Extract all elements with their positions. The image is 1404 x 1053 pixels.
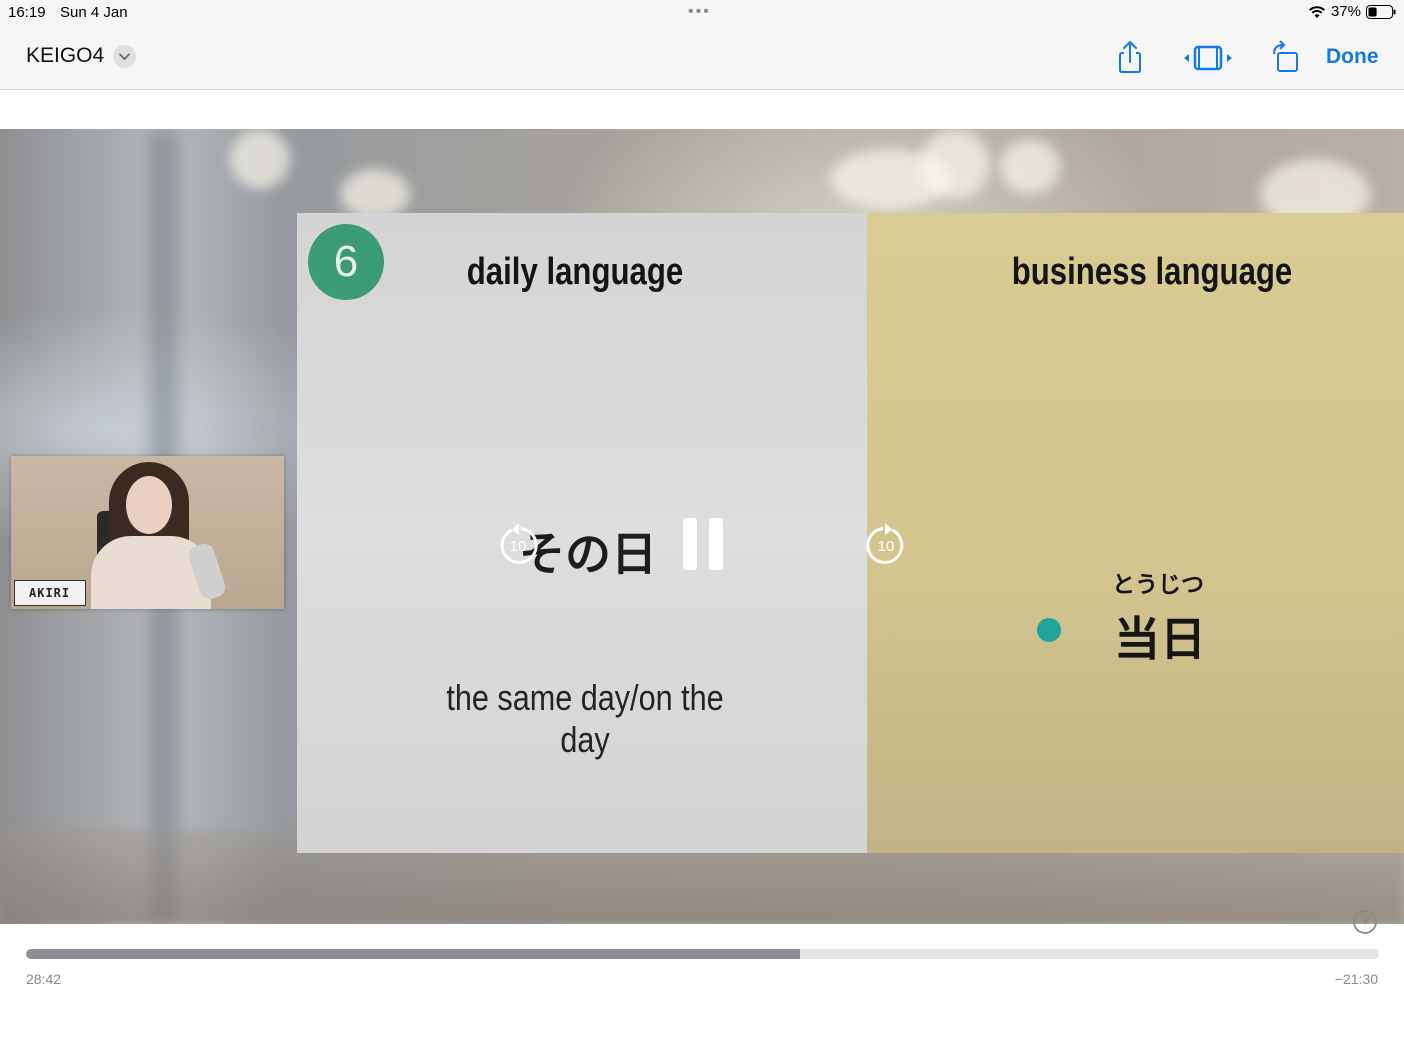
skip-forward-10-icon: 10 — [866, 523, 904, 564]
battery-icon — [1366, 4, 1396, 19]
status-bar: 16:19 Sun 4 Jan ••• 37% — [0, 0, 1404, 26]
done-button[interactable]: Done — [1326, 45, 1379, 69]
share-button[interactable] — [1110, 38, 1150, 78]
progress-scrubber[interactable] — [26, 949, 1379, 959]
skip-back-label: 10 — [510, 538, 527, 555]
bokeh-light — [1000, 139, 1060, 194]
multitask-dots-icon[interactable]: ••• — [688, 3, 711, 21]
bokeh-light — [340, 169, 410, 219]
skip-back-10-icon: 10 — [500, 523, 538, 564]
wifi-icon — [1308, 5, 1325, 18]
daily-translation: the same day/on the day — [446, 677, 724, 760]
status-right: 37% — [1308, 3, 1396, 20]
video-player[interactable]: 6 daily language その日 the same day/on the… — [0, 129, 1404, 924]
daily-language-heading: daily language — [466, 251, 684, 293]
battery-percent: 37% — [1330, 3, 1361, 20]
remaining-time: −21:30 — [1334, 971, 1378, 987]
bokeh-light — [920, 129, 990, 199]
bokeh-light — [230, 129, 290, 189]
presenter-name-tag: AKIRI — [14, 580, 86, 606]
skip-forward-button[interactable]: 10 — [865, 521, 907, 567]
rotate-button[interactable] — [1266, 38, 1306, 78]
video-frame-button[interactable] — [1182, 38, 1234, 78]
pause-icon — [683, 518, 723, 570]
slide-business-panel: business language とうじつ 当日 — [867, 213, 1404, 853]
chevron-down-icon[interactable] — [113, 45, 136, 68]
skip-back-button[interactable]: 10 — [497, 521, 539, 567]
business-term-reading: とうじつ — [1112, 571, 1204, 597]
business-term: 当日 — [1114, 613, 1206, 665]
bullet-dot — [1037, 618, 1061, 642]
video-frame-icon — [1184, 45, 1232, 71]
document-title: KEIGO4 — [26, 44, 105, 67]
business-language-heading: business language — [1011, 251, 1293, 293]
status-time: 16:19 — [8, 4, 46, 21]
skip-forward-label: 10 — [878, 538, 895, 555]
daily-term: その日 — [519, 528, 657, 580]
share-icon — [1119, 40, 1141, 73]
slide-daily-panel: 6 daily language その日 the same day/on the… — [297, 213, 867, 853]
status-date: Sun 4 Jan — [60, 4, 128, 21]
pause-button[interactable] — [682, 518, 724, 570]
presenter-face — [126, 476, 172, 534]
nav-bar: KEIGO4 Done — [0, 26, 1404, 90]
progress-fill — [26, 949, 800, 959]
slide-number-badge: 6 — [308, 224, 384, 300]
playback-speed-icon[interactable] — [1352, 909, 1378, 935]
presenter-webcam: AKIRI — [11, 456, 284, 609]
rotate-icon — [1273, 40, 1298, 72]
elapsed-time: 28:42 — [26, 971, 62, 987]
